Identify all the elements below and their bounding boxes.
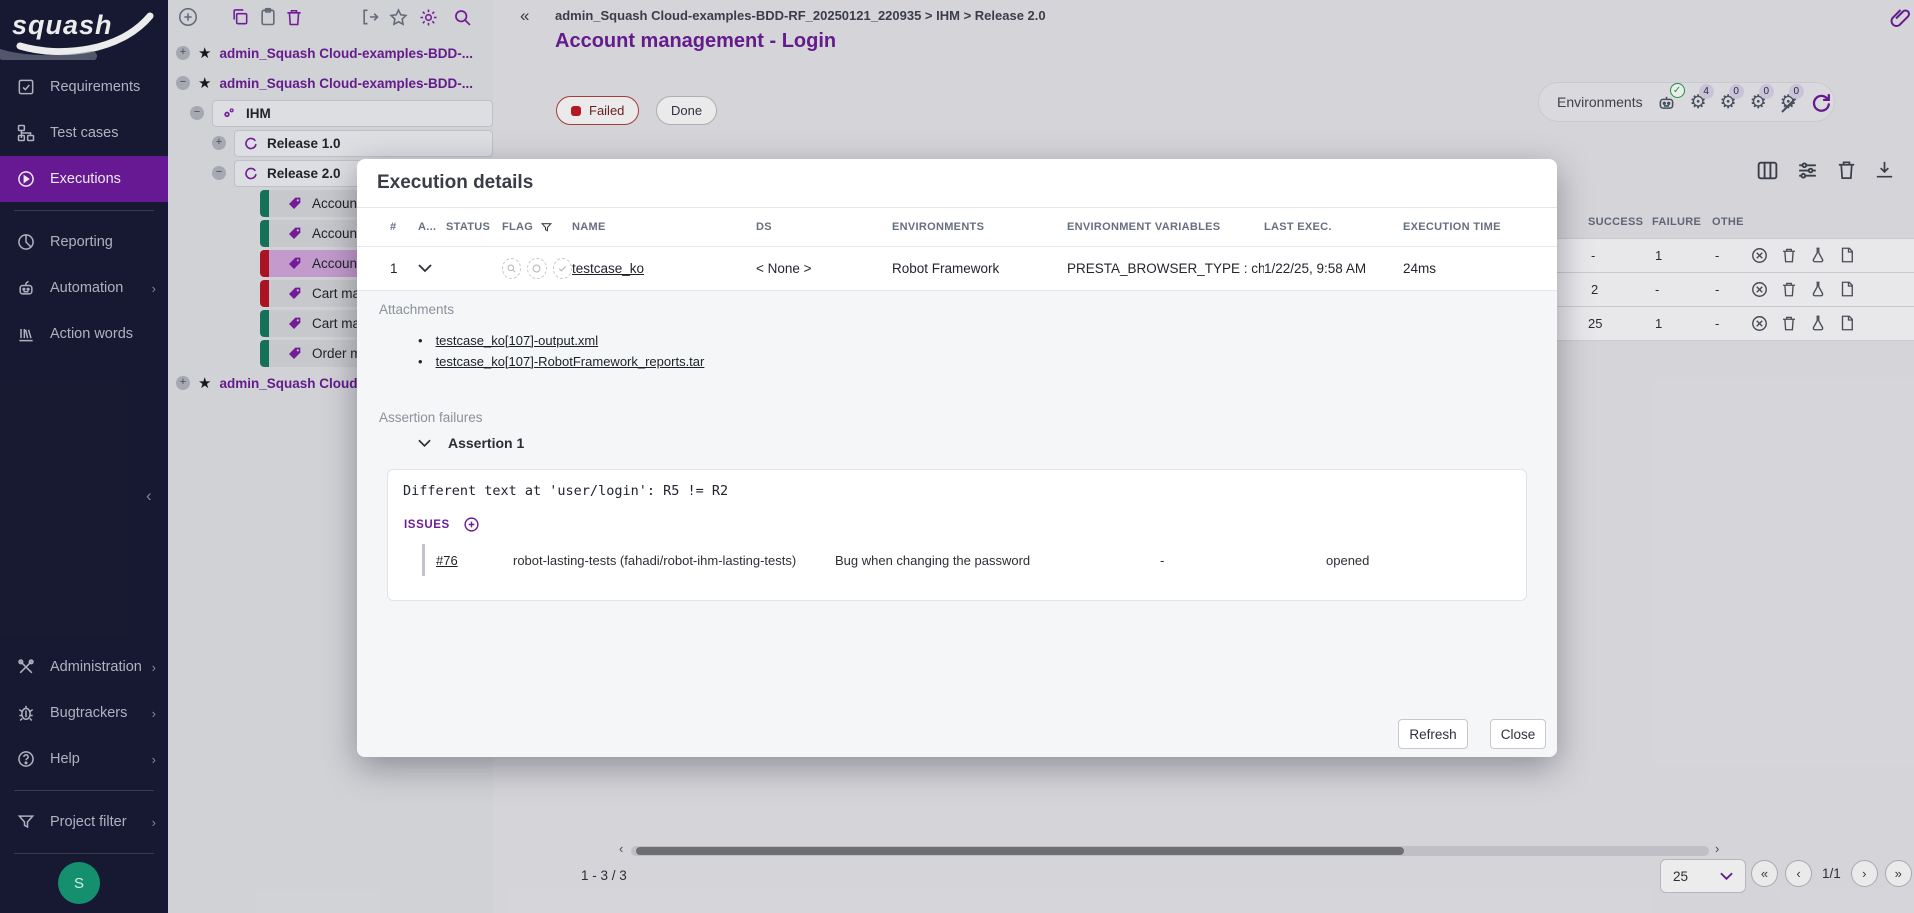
environments-value: Robot Framework — [892, 261, 1067, 276]
flag-actions — [502, 258, 572, 279]
issue-row[interactable]: #76 robot-lasting-tests (fahadi/robot-ih… — [422, 544, 1512, 576]
attachment-link[interactable]: testcase_ko[107]-output.xml — [436, 333, 599, 348]
filter-funnel-icon[interactable] — [540, 221, 553, 234]
neutral-flag-icon[interactable] — [527, 258, 546, 279]
issue-status: opened — [1326, 553, 1512, 568]
issue-assignee: - — [1160, 553, 1326, 568]
issue-project: robot-lasting-tests (fahadi/robot-ihm-la… — [513, 553, 835, 568]
attachment-item: • testcase_ko[107]-RobotFramework_reports… — [418, 354, 704, 369]
execution-details-dialog: Execution details # A... STATUS FLAG NAM… — [357, 159, 1557, 757]
attachment-item: • testcase_ko[107]-output.xml — [418, 333, 598, 348]
approve-icon[interactable] — [553, 258, 572, 279]
attachments-section-label: Attachments — [379, 302, 454, 317]
execution-number: 1 — [357, 261, 418, 276]
assertion-message: Different text at 'user/login': R5 != R2 — [403, 483, 728, 499]
assertion-title: Assertion 1 — [448, 435, 524, 451]
column-header-environments: ENVIRONMENTS — [892, 221, 1067, 233]
env-variables-value: PRESTA_BROWSER_TYPE : chr... — [1067, 261, 1264, 276]
execution-time-value: 24ms — [1403, 261, 1557, 276]
column-header-name: NAME — [572, 221, 756, 233]
column-header-ds: DS — [756, 221, 892, 233]
last-exec-value: 1/22/25, 9:58 AM — [1264, 261, 1403, 276]
attachment-link[interactable]: testcase_ko[107]-RobotFramework_reports.… — [436, 354, 705, 369]
bullet-icon: • — [418, 333, 423, 348]
issues-section: ISSUES — [404, 516, 480, 533]
assertion-failures-label: Assertion failures — [379, 410, 483, 425]
column-header-last-exec: LAST EXEC. — [1264, 221, 1403, 233]
add-issue-icon[interactable] — [463, 516, 480, 533]
bullet-icon: • — [418, 354, 423, 369]
assertion-toggle[interactable]: Assertion 1 — [418, 435, 524, 451]
execution-row: 1 testcase_ko < None > Robot Framework P… — [357, 247, 1557, 290]
issue-summary: Bug when changing the password — [835, 553, 1160, 568]
chevron-down-icon — [418, 439, 431, 448]
column-header-auto: A... — [418, 221, 446, 233]
close-button[interactable]: Close — [1490, 719, 1546, 749]
dataset-value: < None > — [756, 261, 892, 276]
inspect-icon[interactable] — [502, 258, 521, 279]
execution-details-body: Attachments • testcase_ko[107]-output.xml… — [357, 290, 1557, 757]
issues-label: ISSUES — [404, 519, 450, 531]
expand-row-chevron-icon[interactable] — [418, 264, 446, 273]
column-header-num: # — [357, 221, 418, 233]
column-header-status: STATUS — [446, 221, 502, 233]
testcase-link[interactable]: testcase_ko — [572, 261, 644, 276]
column-header-flag: FLAG — [502, 221, 572, 234]
column-header-env-variables: ENVIRONMENT VARIABLES — [1067, 221, 1264, 233]
dialog-title: Execution details — [377, 172, 533, 194]
execution-table-header: # A... STATUS FLAG NAME DS ENVIRONMENTS … — [357, 207, 1557, 247]
column-header-execution-time: EXECUTION TIME — [1403, 221, 1557, 233]
assertion-card: Different text at 'user/login': R5 != R2… — [387, 469, 1527, 601]
issue-id-link[interactable]: #76 — [436, 553, 458, 568]
refresh-button[interactable]: Refresh — [1398, 719, 1468, 749]
